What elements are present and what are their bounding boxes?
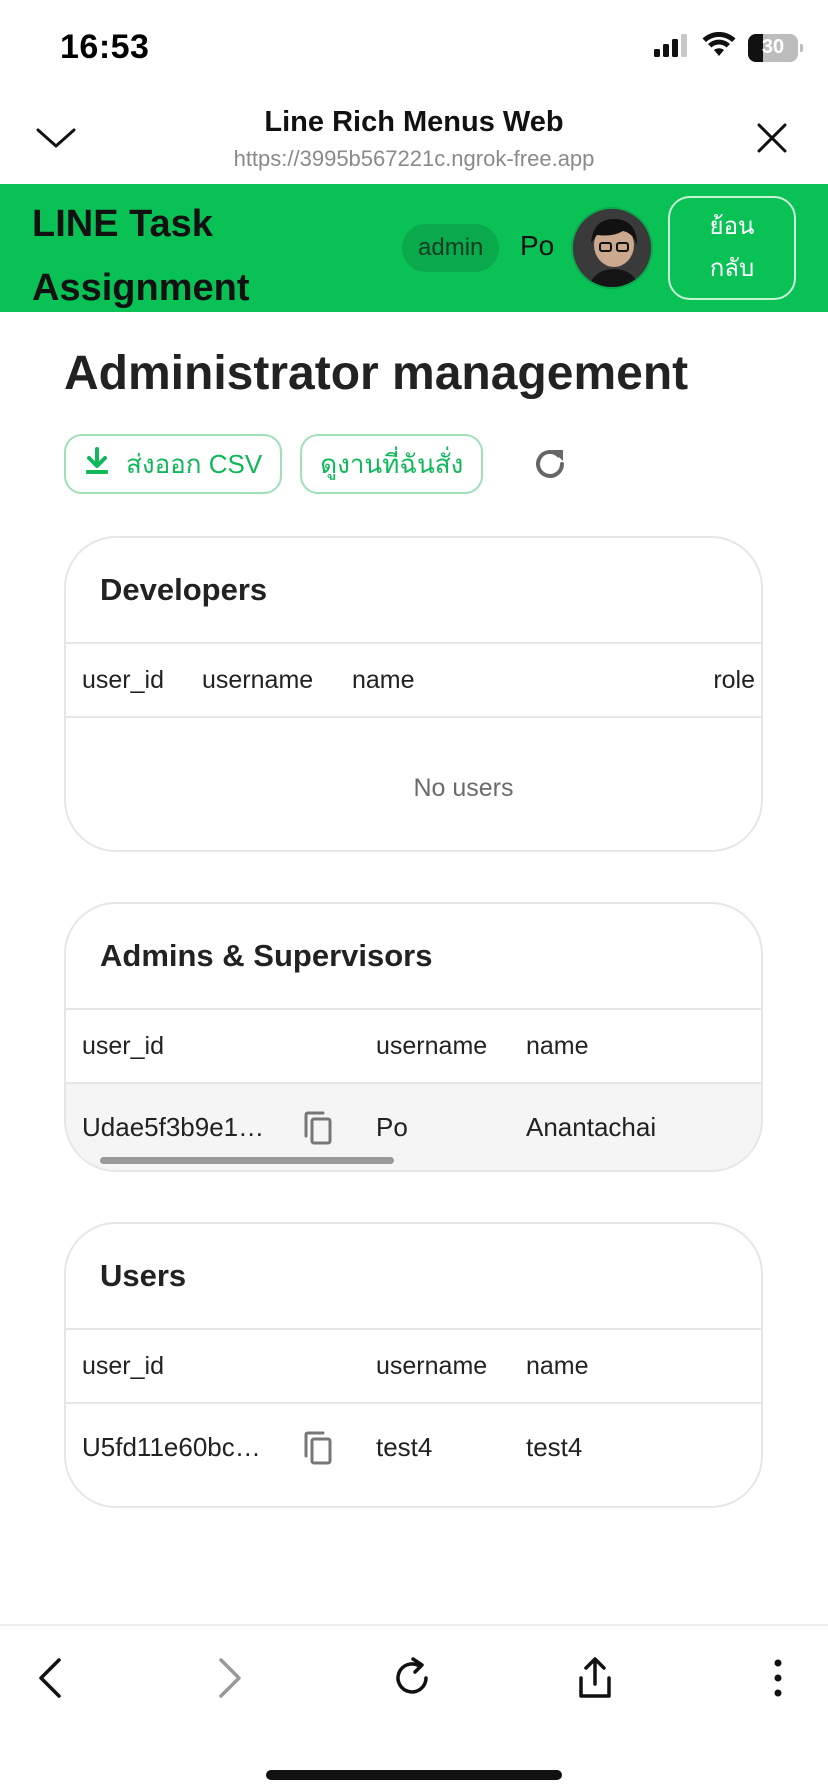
users-card: Users user_id username name U5fd11e60bc…… (64, 1222, 763, 1508)
battery-icon: 30 (748, 33, 803, 62)
username-cell: test4 (376, 1432, 433, 1462)
browser-header: Line Rich Menus Web https://3995b567221c… (0, 96, 828, 184)
column-header-name: name (526, 1032, 589, 1060)
battery-level: 30 (761, 36, 785, 58)
app-title: LINE Task Assignment (32, 203, 250, 309)
close-icon[interactable] (750, 116, 794, 160)
avatar (571, 207, 653, 289)
developers-table-header: user_id username name role (66, 644, 761, 718)
table-row[interactable]: U5fd11e60bc… test4 test4 (66, 1404, 761, 1494)
share-icon[interactable] (565, 1648, 625, 1708)
column-header-user-id: user_id (82, 1352, 164, 1380)
user-id-cell: Udae5f3b9e1… (82, 1112, 265, 1142)
status-time: 16:53 (60, 28, 150, 66)
column-header-username: username (376, 1032, 488, 1060)
status-icons: 30 (654, 31, 803, 63)
refresh-icon[interactable] (526, 440, 574, 488)
column-header-name: name (352, 666, 415, 694)
users-table-header: user_id username name (66, 1330, 761, 1404)
column-header-user-id: user_id (82, 1032, 164, 1060)
horizontal-scrollbar[interactable] (100, 1157, 394, 1164)
username-cell: Po (376, 1112, 408, 1142)
cellular-signal-icon (654, 33, 690, 62)
home-indicator (266, 1770, 562, 1780)
my-tasks-button[interactable]: ดูงานที่ฉันสั่ง (300, 434, 484, 494)
reload-icon[interactable] (383, 1648, 443, 1708)
browser-title: Line Rich Menus Web (264, 106, 564, 138)
back-button[interactable]: ย้อน กลับ (668, 196, 796, 300)
download-icon (84, 446, 110, 482)
wifi-icon (702, 31, 736, 63)
column-header-user-id: user_id (82, 666, 164, 694)
admins-title: Admins & Supervisors (66, 904, 761, 1010)
role-badge: admin (402, 224, 500, 272)
back-button-label-line2: กลับ (709, 255, 755, 282)
browser-url: https://3995b567221c.ngrok-free.app (233, 146, 595, 171)
more-options-icon[interactable] (748, 1648, 808, 1708)
name-cell: Anantachai (526, 1112, 657, 1142)
back-arrow-icon[interactable] (20, 1648, 80, 1708)
users-title: Users (66, 1224, 761, 1330)
my-tasks-label: ดูงานที่ฉันสั่ง (320, 448, 464, 479)
export-csv-button[interactable]: ส่งออก CSV (64, 434, 283, 494)
app-header: LINE Task Assignment admin Po ย้อน กลับ (0, 184, 828, 312)
developers-card: Developers user_id username name role No… (64, 536, 763, 852)
copy-icon[interactable] (298, 1108, 338, 1148)
column-header-role: role (713, 666, 755, 694)
browser-bottom-bar (0, 1624, 828, 1792)
export-csv-label: ส่งออก CSV (126, 448, 263, 479)
page-title: Administrator management (64, 347, 689, 400)
admins-card: Admins & Supervisors user_id username na… (64, 902, 763, 1172)
empty-state: No users (413, 773, 514, 802)
toolbar: ส่งออก CSV ดูงานที่ฉันสั่ง (64, 434, 484, 494)
column-header-username: username (202, 666, 314, 694)
user-id-cell: U5fd11e60bc… (82, 1432, 261, 1462)
user-name: Po (520, 230, 555, 261)
screen: 16:53 30 Line Rich Menus Web https://399… (0, 0, 828, 1792)
back-button-label-line1: ย้อน (709, 213, 755, 240)
column-header-name: name (526, 1352, 589, 1380)
forward-arrow-icon[interactable] (200, 1648, 260, 1708)
status-bar: 16:53 30 (0, 0, 828, 96)
admins-table-header: user_id username name (66, 1010, 761, 1084)
developers-title: Developers (66, 538, 761, 644)
name-cell: test4 (526, 1432, 583, 1462)
copy-icon[interactable] (298, 1428, 338, 1468)
column-header-username: username (376, 1352, 488, 1380)
